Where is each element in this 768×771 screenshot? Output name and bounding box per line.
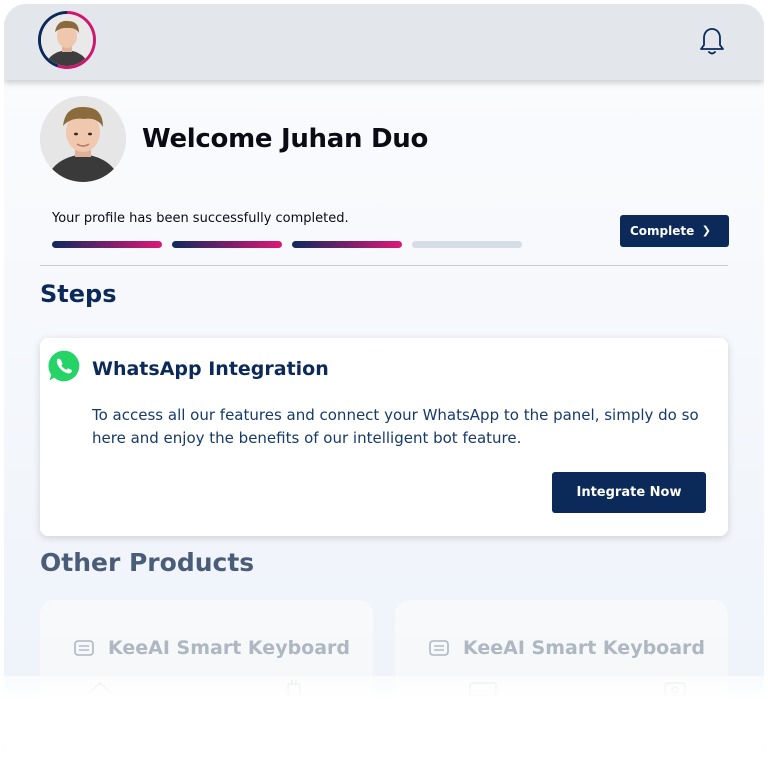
bell-icon[interactable] (699, 26, 725, 56)
integrate-now-button[interactable]: Integrate Now (552, 472, 706, 513)
progress-segment (52, 241, 162, 248)
top-bar (4, 4, 764, 80)
product-title: KeeAI Smart Keyboard (108, 637, 351, 659)
product-title: KeeAI Smart Keyboard (463, 637, 706, 659)
progress-segment (172, 241, 282, 248)
progress-segment (292, 241, 402, 248)
keyboard-icon (74, 640, 94, 656)
avatar[interactable] (38, 11, 96, 69)
other-products-title: Other Products (40, 548, 255, 577)
profile-avatar (40, 96, 126, 182)
divider (40, 265, 728, 266)
chevron-right-icon: ❯ (701, 224, 711, 237)
welcome-heading: Welcome Juhan Duo (142, 124, 429, 154)
profile-status-message: Your profile has been successfully compl… (52, 211, 349, 226)
whatsapp-icon (46, 348, 82, 384)
profile-progress (52, 241, 522, 248)
progress-segment (412, 241, 522, 248)
keyboard-icon (429, 640, 449, 656)
bottom-fade-overlay (4, 676, 764, 764)
card-title: WhatsApp Integration (92, 358, 329, 380)
main-content: Welcome Juhan Duo Your profile has been … (4, 80, 764, 764)
complete-button[interactable]: Complete ❯ (620, 215, 729, 247)
app-window: Welcome Juhan Duo Your profile has been … (4, 4, 764, 764)
card-description: To access all our features and connect y… (92, 406, 699, 447)
complete-button-label: Complete (630, 224, 695, 238)
steps-title: Steps (40, 280, 117, 308)
user-avatar-icon (41, 14, 93, 66)
whatsapp-integration-card: WhatsApp Integration To access all our f… (40, 338, 728, 536)
